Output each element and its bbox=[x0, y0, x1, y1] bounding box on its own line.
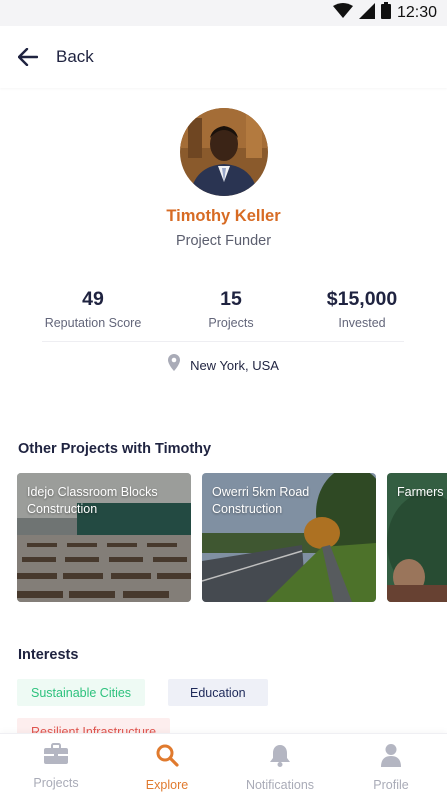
stat-label: Reputation Score bbox=[44, 316, 142, 330]
interest-tag[interactable]: Education bbox=[168, 679, 268, 706]
wifi-icon bbox=[332, 2, 353, 24]
profile-role: Project Funder bbox=[175, 233, 272, 249]
location: New York, USA bbox=[0, 354, 447, 376]
interest-tag[interactable]: Sustainable Cities bbox=[17, 679, 146, 706]
stat-projects: 15 Projects bbox=[156, 288, 306, 330]
search-icon bbox=[155, 743, 179, 772]
location-pin-icon bbox=[168, 354, 181, 376]
stat-value: 15 bbox=[220, 288, 242, 310]
location-text: New York, USA bbox=[190, 357, 279, 373]
project-card-label: Idejo Classroom Blocks Construction bbox=[27, 485, 158, 516]
nav-label: Profile bbox=[373, 778, 409, 792]
battery-icon bbox=[380, 2, 391, 24]
nav-label: Projects bbox=[33, 776, 79, 790]
person-icon bbox=[380, 743, 402, 772]
nav-profile[interactable]: Profile bbox=[335, 734, 447, 795]
bottom-nav: Projects Explore Notifications Profile bbox=[0, 733, 447, 795]
nav-label: Explore bbox=[145, 778, 189, 792]
project-card[interactable]: Farmers Program bbox=[387, 473, 447, 602]
status-icons: 12:30 bbox=[332, 2, 437, 24]
stat-label: Projects bbox=[208, 316, 254, 330]
nav-label: Notifications bbox=[245, 778, 315, 792]
stat-value: 49 bbox=[82, 288, 104, 310]
back-button[interactable]: Back bbox=[18, 46, 94, 68]
stat-reputation: 49 Reputation Score bbox=[18, 288, 168, 330]
signal-icon bbox=[358, 2, 375, 24]
project-card-label: Owerri 5km Road Construction bbox=[212, 485, 310, 516]
stat-label: Invested bbox=[338, 316, 386, 330]
status-bar: 12:30 bbox=[0, 0, 447, 26]
back-label: Back bbox=[56, 47, 94, 66]
nav-projects[interactable]: Projects bbox=[0, 734, 112, 795]
section-title-other-projects: Other Projects with Timothy bbox=[18, 441, 212, 457]
project-card-label: Farmers Program bbox=[397, 485, 447, 499]
briefcase-icon bbox=[44, 743, 68, 770]
avatar bbox=[180, 108, 268, 196]
nav-notifications[interactable]: Notifications bbox=[224, 734, 336, 795]
project-card[interactable]: Owerri 5km Road Construction bbox=[202, 473, 376, 602]
app-bar: Back bbox=[0, 26, 447, 88]
stat-invested: $15,000 Invested bbox=[287, 288, 437, 330]
section-title-interests: Interests bbox=[18, 647, 79, 663]
bell-icon bbox=[269, 743, 291, 772]
status-time: 12:30 bbox=[396, 4, 437, 21]
arrow-left-icon bbox=[18, 46, 40, 68]
profile-name: Timothy Keller bbox=[166, 207, 281, 225]
divider bbox=[42, 341, 404, 342]
nav-explore[interactable]: Explore bbox=[111, 734, 223, 795]
project-card[interactable]: Idejo Classroom Blocks Construction bbox=[17, 473, 191, 602]
stat-value: $15,000 bbox=[326, 288, 398, 310]
